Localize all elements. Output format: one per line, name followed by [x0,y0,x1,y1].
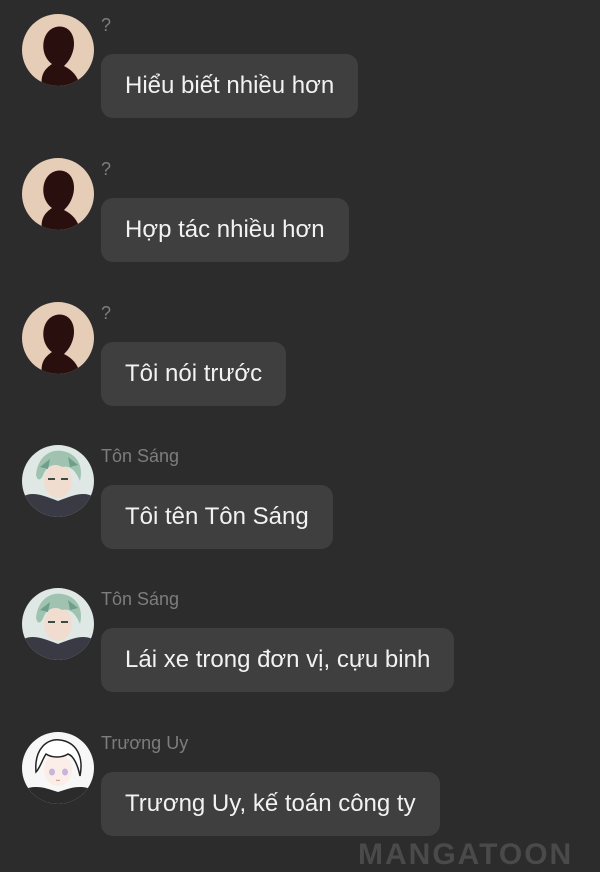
chat-message: Tôn Sáng Lái xe trong đơn vị, cựu binh [0,588,600,728]
silhouette-avatar-icon[interactable] [22,302,94,374]
message-bubble[interactable]: Tôi tên Tôn Sáng [101,485,333,549]
chat-message: ? Tôi nói trước [0,302,600,442]
sender-name: ? [101,303,112,323]
silhouette-avatar-icon[interactable] [22,158,94,230]
chat-message: ? Hợp tác nhiều hơn [0,158,600,298]
sender-name: Tôn Sáng [101,446,180,466]
message-bubble[interactable]: Hiểu biết nhiều hơn [101,54,359,118]
sender-name: Tôn Sáng [101,589,180,609]
watermark: MANGATOON [358,838,574,871]
silhouette-avatar-icon[interactable] [22,14,94,86]
message-bubble[interactable]: Tôi nói trước [101,342,287,406]
white-hair-character-avatar-icon[interactable] [22,732,94,804]
sender-name: Trương Uy [101,733,189,753]
message-bubble[interactable]: Hợp tác nhiều hơn [101,198,349,262]
chat-message: ? Hiểu biết nhiều hơn [0,14,600,154]
message-bubble[interactable]: Lái xe trong đơn vị, cựu binh [101,628,455,692]
green-hair-character-avatar-icon[interactable] [22,588,94,660]
green-hair-character-avatar-icon[interactable] [22,445,94,517]
message-bubble[interactable]: Trương Uy, kế toán công ty [101,772,440,836]
chat-message: Tôn Sáng Tôi tên Tôn Sáng [0,445,600,585]
sender-name: ? [101,159,112,179]
sender-name: ? [101,15,112,35]
